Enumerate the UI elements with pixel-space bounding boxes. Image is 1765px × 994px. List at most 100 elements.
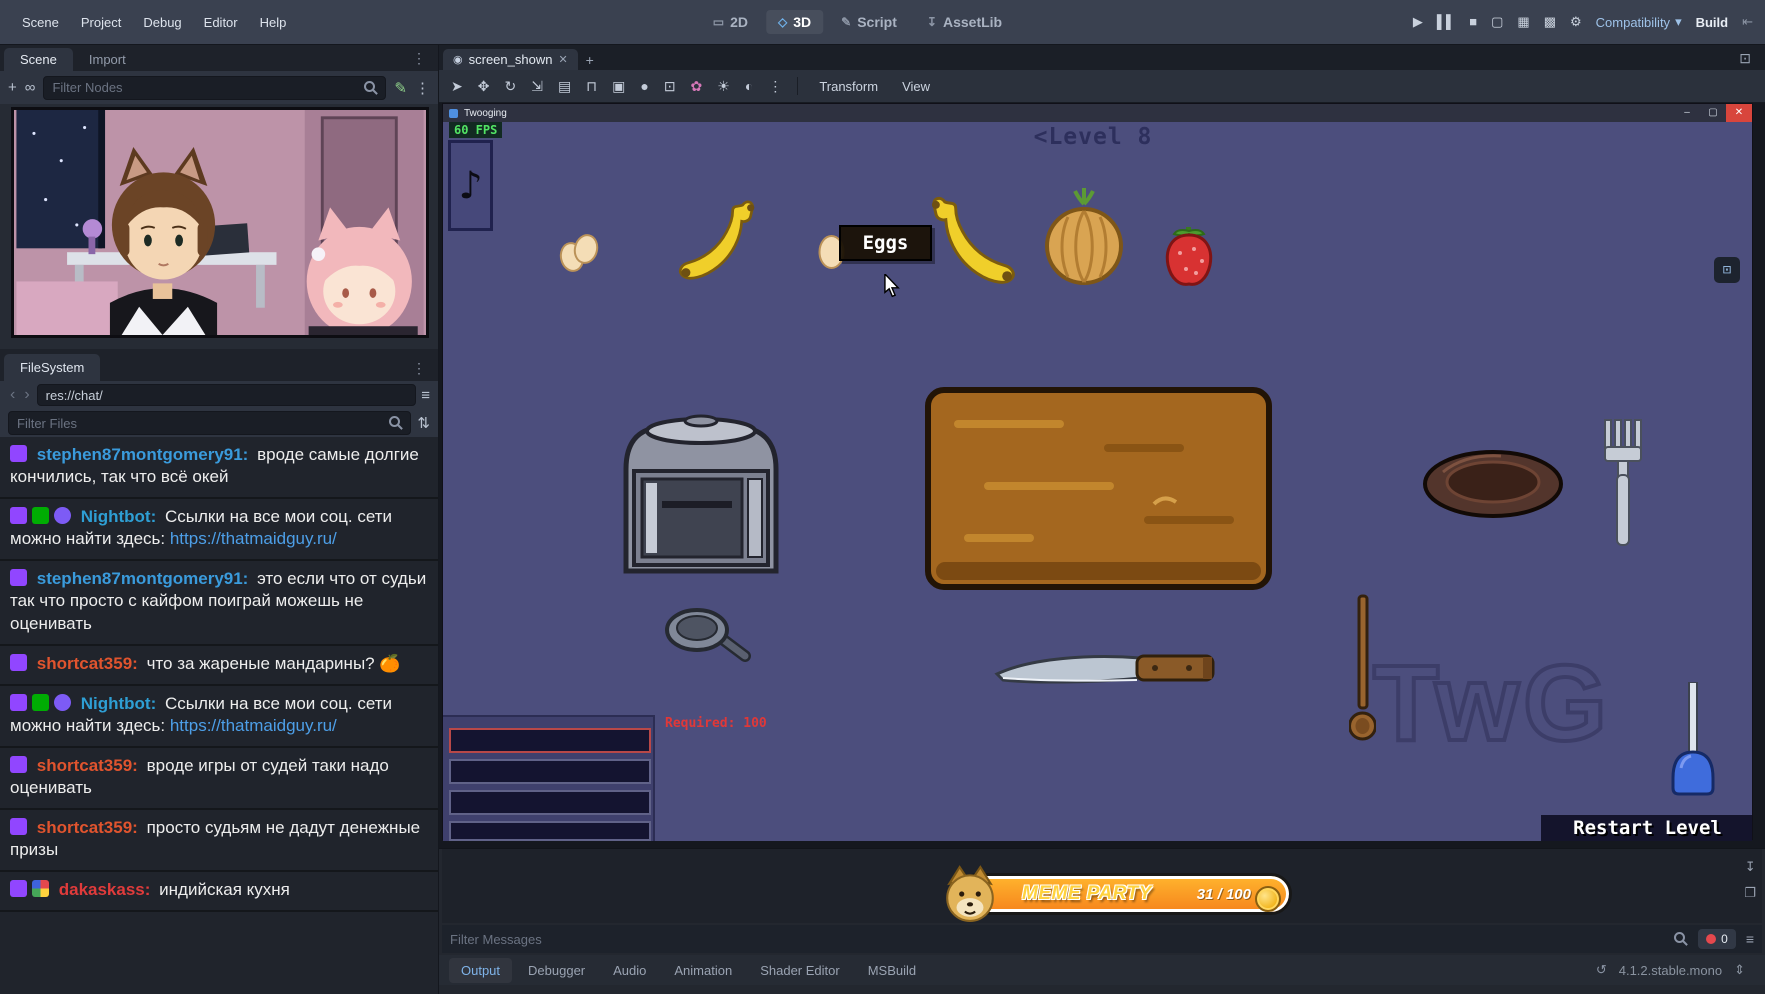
bottom-tab[interactable]: Audio <box>601 958 658 983</box>
item-pan[interactable] <box>663 602 753 670</box>
item-spoon[interactable] <box>1349 594 1376 749</box>
scene-tree-menu-icon[interactable]: ⋮ <box>415 79 430 97</box>
move-tool-icon[interactable]: ✥ <box>478 78 490 95</box>
chat-link[interactable]: https://thatmaidguy.ru/ <box>170 716 337 735</box>
context-tab-icon: ✎ <box>841 15 851 29</box>
filesystem-split-icon[interactable]: ≡ <box>421 387 430 404</box>
version-label: 4.1.2.stable.mono <box>1619 963 1722 978</box>
viewport-menu[interactable]: Transform <box>813 75 884 98</box>
filesystem-path-bar: ‹ › ≡ <box>0 381 438 409</box>
menu-item[interactable]: Project <box>71 10 131 35</box>
attach-script-icon[interactable]: ✎ <box>394 79 407 97</box>
context-tab[interactable]: ↧ AssetLib <box>915 10 1014 34</box>
item-cutting-board[interactable] <box>924 386 1273 595</box>
pause-icon[interactable]: ▌▌ <box>1437 14 1455 30</box>
game-pip-button[interactable]: ⊡ <box>1714 257 1740 283</box>
forward-icon[interactable]: › <box>22 387 31 403</box>
panel-toggle-icon[interactable]: ⇕ <box>1734 962 1745 978</box>
bottom-tab[interactable]: Output <box>449 958 512 983</box>
bottom-tab[interactable]: Debugger <box>516 958 597 983</box>
game-titlebar[interactable]: Twooging – ▢ ✕ <box>443 104 1752 122</box>
item-oven[interactable] <box>618 407 789 580</box>
more-options-icon[interactable]: ⋮ <box>768 78 782 95</box>
sort-icon[interactable]: ⇅ <box>417 414 430 432</box>
menu-item[interactable]: Help <box>250 10 297 35</box>
sun-icon[interactable]: ☀ <box>717 78 730 95</box>
item-banana[interactable] <box>676 197 757 291</box>
item-plate[interactable] <box>1421 448 1565 524</box>
scroll-bottom-icon[interactable]: ↧ <box>1744 859 1756 875</box>
list-select-icon[interactable]: ▤ <box>558 78 571 95</box>
item-fork[interactable] <box>1604 419 1647 552</box>
scene-tab-label: screen_shown <box>469 52 553 67</box>
log-filter-icon[interactable]: ≡ <box>1746 931 1754 947</box>
bottom-tab[interactable]: Shader Editor <box>748 958 852 983</box>
filter-files-input[interactable] <box>8 411 411 435</box>
minimize-button[interactable]: – <box>1674 104 1700 122</box>
dock-tab[interactable]: Import <box>73 48 142 71</box>
dock-menu-icon[interactable]: ⋮ <box>404 50 434 71</box>
environment-icon[interactable]: ◐ <box>745 78 753 94</box>
item-onion[interactable] <box>1045 186 1123 291</box>
menu-item[interactable]: Debug <box>133 10 191 35</box>
play-icon[interactable]: ▶ <box>1413 14 1423 30</box>
item-pepper[interactable] <box>1160 225 1218 291</box>
renderer-select[interactable]: Compatibility ▾ <box>1596 14 1682 30</box>
stop-icon[interactable]: ■ <box>1469 14 1477 30</box>
viewport-menu[interactable]: View <box>896 75 936 98</box>
status-bar-right: ↺ 4.1.2.stable.mono ⇕ <box>1596 962 1755 978</box>
filesystem-menu-icon[interactable]: ⋮ <box>404 360 434 381</box>
snap-icon[interactable]: ⊡ <box>664 78 676 95</box>
close-window-button[interactable]: ✕ <box>1726 104 1752 122</box>
path-input[interactable] <box>37 384 417 406</box>
item-eggs[interactable] <box>558 231 600 277</box>
scale-tool-icon[interactable]: ⇲ <box>531 78 543 95</box>
context-tab[interactable]: ▭ 2D <box>701 10 760 34</box>
particles-icon[interactable]: ✿ <box>691 78 703 95</box>
select-tool-icon[interactable]: ➤ <box>451 78 463 95</box>
bottom-tab[interactable]: MSBuild <box>856 958 928 983</box>
group-icon[interactable]: ▣ <box>612 78 625 95</box>
add-node-icon[interactable]: + <box>8 79 17 96</box>
copy-icon[interactable]: ❐ <box>1744 885 1756 901</box>
badge-row <box>10 880 54 899</box>
chat-message: stephen87montgomery91: это если что от с… <box>0 561 438 645</box>
context-tab-icon: ▭ <box>713 15 724 29</box>
restart-level-button[interactable]: Restart Level <box>1541 815 1752 841</box>
item-banana-2[interactable] <box>922 194 1025 295</box>
maximize-button[interactable]: ▢ <box>1700 104 1726 122</box>
dock-toggle-icon[interactable]: ⇤ <box>1742 14 1753 30</box>
play-remote-icon[interactable]: ▢ <box>1491 14 1503 30</box>
build-button[interactable]: Build <box>1696 15 1729 30</box>
filter-nodes-input[interactable] <box>43 76 386 100</box>
lock-icon[interactable]: ⊓ <box>586 78 597 95</box>
chat-link[interactable]: https://thatmaidguy.ru/ <box>170 529 337 548</box>
sphere-gizmo-icon[interactable]: ● <box>640 78 648 94</box>
context-tab[interactable]: ✎ Script <box>829 10 909 34</box>
scene-tab-screen-shown[interactable]: ◉ screen_shown ✕ <box>443 49 578 70</box>
filter-messages-input[interactable] <box>450 932 1664 947</box>
new-tab-button[interactable]: + <box>578 50 602 70</box>
badge-row <box>10 654 32 673</box>
context-tab[interactable]: ◇ 3D <box>766 10 823 34</box>
back-icon[interactable]: ‹ <box>8 387 17 403</box>
playback-controls: ▶ ▌▌ ■ ▢ ▦ ▩ ⚙ Compatibility ▾ Build ⇤ <box>1413 14 1753 30</box>
rotate-tool-icon[interactable]: ↻ <box>504 78 516 95</box>
movie-writer-icon[interactable]: ▩ <box>1544 14 1556 30</box>
bottom-tab[interactable]: Animation <box>662 958 744 983</box>
filesystem-tab[interactable]: FileSystem <box>4 354 100 381</box>
close-icon[interactable]: ✕ <box>558 53 567 66</box>
twitch-badge <box>10 694 27 711</box>
twitch-badge <box>10 654 27 671</box>
renderer-settings-icon[interactable]: ⚙ <box>1570 14 1582 30</box>
item-plunger[interactable] <box>1667 682 1719 804</box>
menu-item[interactable]: Editor <box>194 10 248 35</box>
dock-tab[interactable]: Scene <box>4 48 73 71</box>
expand-viewport-icon[interactable]: ⊡ <box>1739 50 1761 70</box>
item-knife[interactable] <box>991 650 1219 699</box>
error-count-button[interactable]: 0 <box>1698 929 1736 949</box>
movie-maker-icon[interactable]: ▦ <box>1517 14 1529 30</box>
menu-item[interactable]: Scene <box>12 10 69 35</box>
music-toggle-button[interactable]: ♪ <box>448 140 493 231</box>
instance-scene-icon[interactable]: ∞ <box>25 79 36 96</box>
